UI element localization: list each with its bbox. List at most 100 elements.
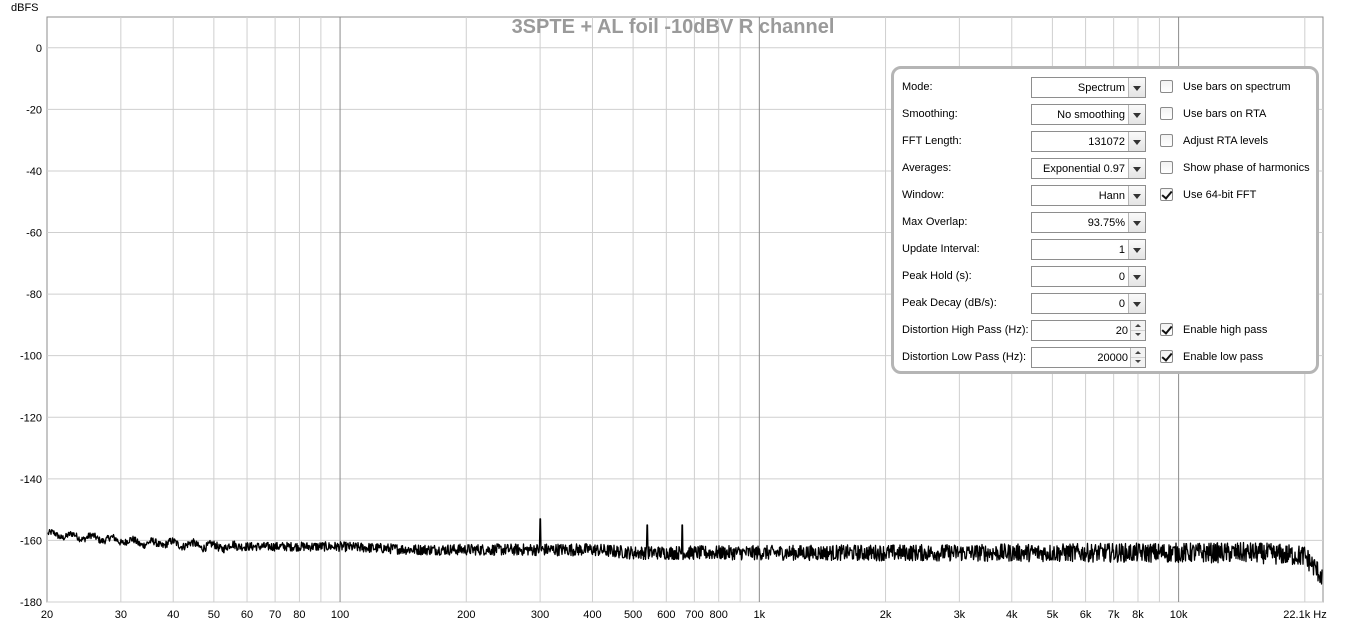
setting-row-distortion-low-pass: Distortion Low Pass (Hz): 20000 Enable low… (902, 347, 1314, 369)
spin-down-arrow-icon[interactable] (1131, 358, 1145, 367)
x-tick-label: 4k (1006, 609, 1018, 621)
spin-up-arrow-icon[interactable] (1131, 321, 1145, 331)
averages-label: Averages: (902, 162, 952, 174)
x-tick-label: 22.1k Hz (1283, 609, 1326, 621)
enable-low-pass-checkbox[interactable] (1160, 350, 1173, 363)
x-tick-label: 70 (269, 609, 281, 621)
enable-high-pass-label: Enable high pass (1183, 324, 1268, 336)
x-tick-label: 500 (624, 609, 642, 621)
y-axis-label: dBFS (11, 2, 39, 14)
y-tick-label: -40 (26, 166, 42, 178)
dropdown-arrow-icon[interactable] (1128, 267, 1145, 286)
spin-up-arrow-icon[interactable] (1131, 348, 1145, 358)
x-tick-label: 80 (293, 609, 305, 621)
x-tick-label: 7k (1108, 609, 1120, 621)
x-tick-label: 200 (457, 609, 475, 621)
dropdown-arrow-icon[interactable] (1128, 240, 1145, 259)
averages-dropdown[interactable]: Exponential 0.97 (1031, 158, 1146, 179)
spin-down-arrow-icon[interactable] (1131, 331, 1145, 340)
distortion-low-pass-label: Distortion Low Pass (Hz): (902, 351, 1027, 363)
peak-decay-label: Peak Decay (dB/s): (902, 297, 997, 309)
window-label: Window: (902, 189, 945, 201)
averages-value: Exponential 0.97 (1043, 163, 1125, 175)
fft-length-dropdown[interactable]: 131072 (1031, 131, 1146, 152)
use-64-bit-fft-checkbox[interactable] (1160, 188, 1173, 201)
enable-low-pass-label: Enable low pass (1183, 351, 1264, 363)
setting-row-window: Window: Hann Use 64-bit FFT (902, 185, 1314, 207)
x-tick-label: 400 (583, 609, 601, 621)
peak-decay-value: 0 (1118, 298, 1125, 310)
dropdown-arrow-icon[interactable] (1128, 186, 1145, 205)
peak-hold-label: Peak Hold (s): (902, 270, 972, 282)
update-interval-value: 1 (1118, 244, 1125, 256)
x-tick-label: 100 (331, 609, 349, 621)
y-tick-label: 0 (36, 43, 42, 55)
x-tick-label: 5k (1047, 609, 1059, 621)
y-tick-label: -80 (26, 289, 42, 301)
use-bars-on-rta-label: Use bars on RTA (1183, 108, 1267, 120)
mode-value: Spectrum (1077, 82, 1125, 94)
dropdown-arrow-icon[interactable] (1128, 213, 1145, 232)
setting-row-smoothing: Smoothing: No smoothing Use bars on RTA (902, 104, 1314, 126)
x-tick-label: 6k (1080, 609, 1092, 621)
setting-row-peak-hold: Peak Hold (s): 0 (902, 266, 1314, 288)
x-tick-label: 8k (1132, 609, 1144, 621)
setting-row-mode: Mode: Spectrum Use bars on spectrum (902, 77, 1314, 99)
setting-row-peak-decay: Peak Decay (dB/s): 0 (902, 293, 1314, 315)
x-tick-label: 30 (115, 609, 127, 621)
show-phase-of-harmonics-checkbox[interactable] (1160, 161, 1173, 174)
distortion-low-pass-spinbox[interactable]: 20000 (1031, 347, 1146, 368)
dropdown-arrow-icon[interactable] (1128, 159, 1145, 178)
fft-settings-panel: Mode: Spectrum Use bars on spectrum Smoothi… (891, 66, 1319, 374)
x-tick-label: 2k (880, 609, 892, 621)
show-phase-of-harmonics-label: Show phase of harmonics (1183, 162, 1310, 174)
max-overlap-value: 93.75% (1087, 217, 1125, 229)
peak-decay-dropdown[interactable]: 0 (1031, 293, 1146, 314)
x-tick-label: 20 (41, 609, 53, 621)
distortion-low-pass-value: 20000 (1097, 352, 1128, 364)
fft-length-label: FFT Length: (902, 135, 962, 147)
y-tick-label: -180 (20, 597, 42, 609)
smoothing-dropdown[interactable]: No smoothing (1031, 104, 1146, 125)
smoothing-value: No smoothing (1057, 109, 1125, 121)
y-tick-label: -160 (20, 535, 42, 547)
dropdown-arrow-icon[interactable] (1128, 105, 1145, 124)
window-dropdown[interactable]: Hann (1031, 185, 1146, 206)
y-tick-label: -20 (26, 104, 42, 116)
x-tick-label: 700 (685, 609, 703, 621)
distortion-high-pass-spinbox[interactable]: 20 (1031, 320, 1146, 341)
dropdown-arrow-icon[interactable] (1128, 132, 1145, 151)
adjust-rta-levels-checkbox[interactable] (1160, 134, 1173, 147)
x-tick-label: 800 (710, 609, 728, 621)
max-overlap-dropdown[interactable]: 93.75% (1031, 212, 1146, 233)
use-bars-on-spectrum-checkbox[interactable] (1160, 80, 1173, 93)
peak-hold-value: 0 (1118, 271, 1125, 283)
use-bars-on-spectrum-label: Use bars on spectrum (1183, 81, 1291, 93)
enable-high-pass-checkbox[interactable] (1160, 323, 1173, 336)
dropdown-arrow-icon[interactable] (1128, 294, 1145, 313)
spin-buttons (1130, 321, 1145, 340)
x-tick-label: 3k (954, 609, 966, 621)
x-tick-label: 10k (1170, 609, 1188, 621)
dropdown-arrow-icon[interactable] (1128, 78, 1145, 97)
max-overlap-label: Max Overlap: (902, 216, 968, 228)
window-value: Hann (1098, 190, 1125, 202)
adjust-rta-levels-label: Adjust RTA levels (1183, 135, 1269, 147)
x-tick-label: 300 (531, 609, 549, 621)
mode-dropdown[interactable]: Spectrum (1031, 77, 1146, 98)
x-tick-label: 600 (657, 609, 675, 621)
peak-hold-dropdown[interactable]: 0 (1031, 266, 1146, 287)
x-tick-label: 40 (167, 609, 179, 621)
x-axis-ticks: 20 30 40 50 60 70 80 100 200 300 400 500 600 700 800 1k… (41, 609, 1327, 621)
use-bars-on-rta-checkbox[interactable] (1160, 107, 1173, 120)
setting-row-max-overlap: Max Overlap: 93.75% (902, 212, 1314, 234)
fft-length-value: 131072 (1088, 136, 1125, 148)
setting-row-fft-length: FFT Length: 131072 Adjust RTA levels (902, 131, 1314, 153)
distortion-high-pass-value: 20 (1115, 325, 1128, 337)
x-tick-label: 50 (208, 609, 220, 621)
update-interval-label: Update Interval: (902, 243, 980, 255)
spin-buttons (1130, 348, 1145, 367)
setting-row-distortion-high-pass: Distortion High Pass (Hz): 20 Enable high … (902, 320, 1314, 342)
update-interval-dropdown[interactable]: 1 (1031, 239, 1146, 260)
y-tick-label: -60 (26, 228, 42, 240)
